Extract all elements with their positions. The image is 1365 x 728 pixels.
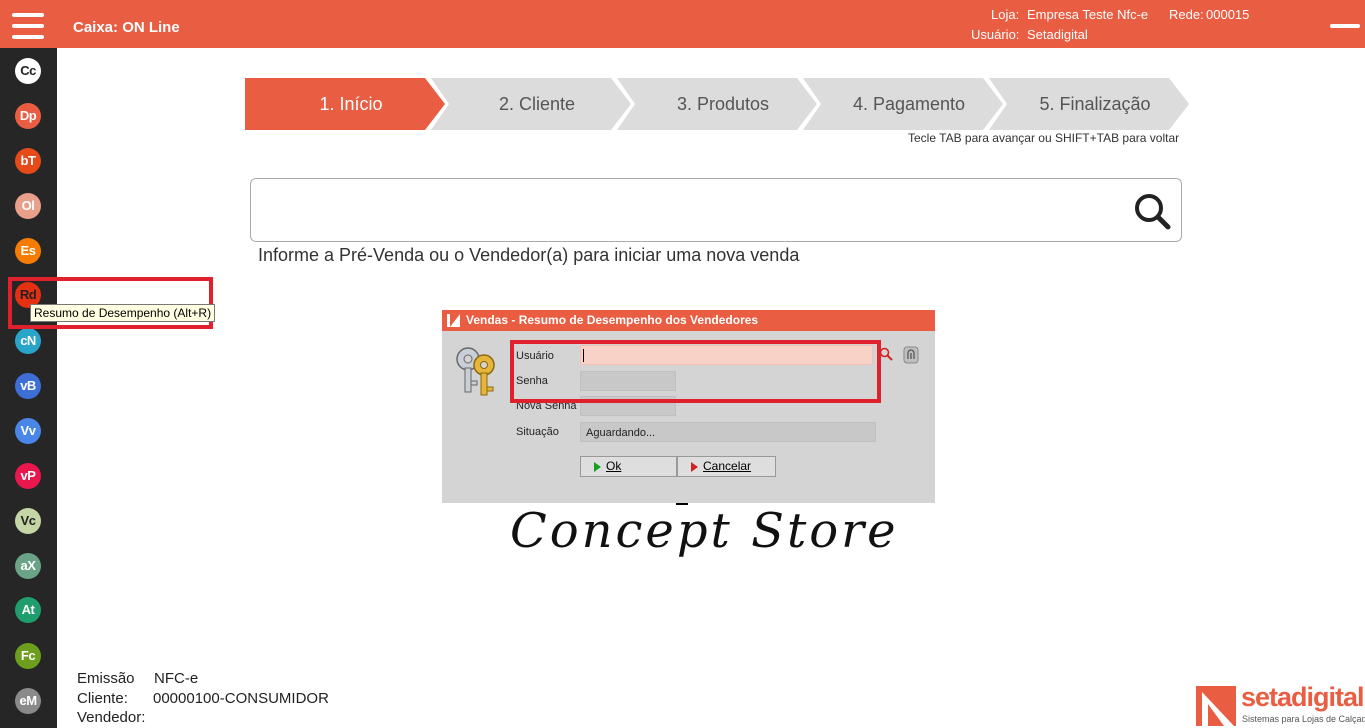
menu-icon[interactable] xyxy=(12,13,44,39)
keys-icon xyxy=(456,347,495,396)
sidebar-item-em[interactable]: eM xyxy=(15,688,41,714)
search-box xyxy=(250,178,1182,242)
concept-store-logo: Concept Store xyxy=(510,495,899,559)
sidebar-item-bt[interactable]: bT xyxy=(15,148,41,174)
step-finalizacao[interactable]: 5. Finalização xyxy=(989,78,1189,130)
step-produtos[interactable]: 3. Produtos xyxy=(617,78,817,130)
cliente-value: 00000100-CONSUMIDOR xyxy=(153,690,329,707)
sidebar: Cc Dp bT Ol Es Rd cN vB Vv vP Vc aX At F… xyxy=(0,48,57,728)
sidebar-item-vp[interactable]: vP xyxy=(15,463,41,489)
rede-value: 000015 xyxy=(1206,7,1250,22)
app-logo-icon xyxy=(447,314,460,327)
play-icon xyxy=(594,462,601,472)
play-icon xyxy=(691,462,698,472)
sidebar-item-dp[interactable]: Dp xyxy=(15,103,41,129)
dialog-title: Vendas - Resumo de Desempenho dos Vended… xyxy=(442,310,935,331)
sidebar-item-es[interactable]: Es xyxy=(15,238,41,264)
sidebar-item-at[interactable]: At xyxy=(15,597,41,623)
situacao-field-label: Situação xyxy=(516,426,559,438)
top-bar: Caixa: ON Line Loja: Empresa Teste Nfc-e… xyxy=(0,0,1365,48)
fingerprint-icon[interactable] xyxy=(903,346,919,364)
cancel-button[interactable]: Cancelar xyxy=(677,456,776,477)
step-cliente[interactable]: 2. Cliente xyxy=(431,78,631,130)
cancel-button-label: Cancelar xyxy=(703,459,752,473)
usuario-value: Setadigital xyxy=(1027,27,1088,42)
ok-button-label: Ok xyxy=(606,459,622,473)
emissao-label: Emissão xyxy=(77,670,135,687)
keyboard-hint: Tecle TAB para avançar ou SHIFT+TAB para… xyxy=(908,131,1180,145)
situacao-field: Aguardando... xyxy=(580,422,876,442)
situacao-field-value: Aguardando... xyxy=(586,427,656,439)
vendedor-label: Vendedor: xyxy=(77,709,146,726)
usuario-label: Usuário: xyxy=(971,27,1020,42)
tooltip: Resumo de Desempenho (Alt+R) xyxy=(30,304,216,322)
brand-mark-icon xyxy=(1196,686,1236,726)
brand-logo: setadigital Sistemas para Lojas de Calça… xyxy=(1196,682,1365,726)
loja-value: Empresa Teste Nfc-e xyxy=(1027,7,1149,22)
sidebar-item-cn[interactable]: cN xyxy=(15,328,41,354)
info-text: Informe a Pré-Venda ou o Vendedor(a) par… xyxy=(258,245,800,265)
search-input[interactable] xyxy=(261,189,1121,233)
wizard-steps: 1. Início 2. Cliente 3. Produtos 4. Paga… xyxy=(245,78,1190,130)
concept-store-text: Concept Store xyxy=(510,503,899,559)
dialog-title-text: Vendas - Resumo de Desempenho dos Vended… xyxy=(466,313,759,327)
sidebar-item-vc[interactable]: Vc xyxy=(15,508,41,534)
sidebar-item-vv[interactable]: Vv xyxy=(15,418,41,444)
sidebar-item-ol[interactable]: Ol xyxy=(15,193,41,219)
ok-button[interactable]: Ok xyxy=(580,456,677,477)
brand-tagline: Sistemas para Lojas de Calçados xyxy=(1242,714,1365,724)
step-pagamento[interactable]: 4. Pagamento xyxy=(803,78,1003,130)
login-dialog: Vendas - Resumo de Desempenho dos Vended… xyxy=(442,310,935,503)
sidebar-item-vb[interactable]: vB xyxy=(15,373,41,399)
search-icon[interactable] xyxy=(1132,191,1172,231)
lookup-icon[interactable] xyxy=(879,347,893,361)
cliente-label: Cliente: xyxy=(77,690,128,707)
rede-label: Rede: xyxy=(1169,7,1204,22)
minimize-icon[interactable] xyxy=(1330,24,1360,28)
emissao-value: NFC-e xyxy=(154,670,199,687)
loja-label: Loja: xyxy=(991,7,1020,22)
step-inicio[interactable]: 1. Início xyxy=(245,78,445,130)
highlight-box-fields xyxy=(510,340,881,403)
app-window: Caixa: ON Line Loja: Empresa Teste Nfc-e… xyxy=(0,0,1365,728)
brand-name: setadigital xyxy=(1241,682,1365,712)
app-title: Caixa: ON Line xyxy=(73,19,180,36)
sidebar-item-cc[interactable]: Cc xyxy=(15,58,41,84)
sidebar-item-fc[interactable]: Fc xyxy=(15,643,41,669)
sidebar-item-ax[interactable]: aX xyxy=(15,553,41,579)
